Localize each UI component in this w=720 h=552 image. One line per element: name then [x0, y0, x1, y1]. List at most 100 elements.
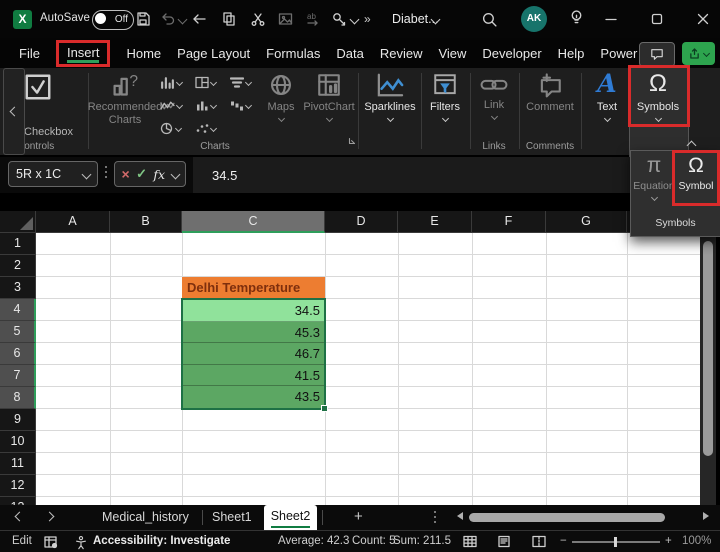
- tab-insert[interactable]: Insert: [67, 45, 100, 60]
- normal-view-icon[interactable]: [463, 535, 477, 548]
- column-header-e[interactable]: E: [398, 211, 472, 233]
- zoom-level[interactable]: 100%: [682, 535, 711, 547]
- page-break-view-icon[interactable]: [532, 535, 546, 548]
- pivotchart-button[interactable]: PivotChart: [300, 72, 358, 123]
- cell-c6[interactable]: 46.7: [183, 343, 324, 365]
- maps-button[interactable]: Maps: [258, 72, 304, 123]
- row-header-12[interactable]: 12: [0, 475, 36, 497]
- sheet-options-icon[interactable]: [434, 511, 436, 523]
- tab-formulas[interactable]: Formulas: [266, 46, 320, 61]
- column-header-b[interactable]: B: [110, 211, 182, 233]
- sheet-nav-right-icon[interactable]: [44, 511, 55, 522]
- page-layout-view-icon[interactable]: [497, 535, 511, 548]
- row-header-2[interactable]: 2: [0, 255, 36, 277]
- insert-bar-chart-button[interactable]: [195, 99, 218, 112]
- sheet-tab-sheet1[interactable]: Sheet1: [212, 510, 252, 524]
- sheet-tab-medical-history[interactable]: Medical_history: [102, 510, 189, 524]
- comments-toggle-button[interactable]: [639, 42, 675, 67]
- cell-c4-active[interactable]: 34.5: [183, 300, 324, 322]
- translate-icon[interactable]: ab: [305, 11, 321, 27]
- tab-developer[interactable]: Developer: [482, 46, 541, 61]
- tab-file[interactable]: File: [19, 46, 40, 61]
- row-header-11[interactable]: 11: [0, 453, 36, 475]
- zoom-slider-thumb[interactable]: [614, 537, 617, 547]
- insert-scatter-chart-button[interactable]: [195, 122, 218, 135]
- insert-treemap-chart-button[interactable]: [195, 76, 218, 89]
- sheet-tab-sheet2-active[interactable]: Sheet2: [264, 505, 317, 530]
- row-header-10[interactable]: 10: [0, 431, 36, 453]
- text-button[interactable]: A Text: [588, 70, 626, 123]
- insert-waterfall-chart-button[interactable]: [230, 99, 253, 112]
- row-header-1[interactable]: 1: [0, 233, 36, 255]
- column-header-c[interactable]: C: [182, 211, 325, 233]
- draw-pointer-icon[interactable]: [331, 11, 347, 27]
- row-header-8[interactable]: 8: [0, 387, 36, 409]
- autosave-toggle[interactable]: Off: [92, 10, 134, 30]
- sheet-nav-left-icon[interactable]: [14, 511, 25, 522]
- link-button[interactable]: Link: [474, 72, 514, 121]
- insert-line-chart-button[interactable]: [160, 99, 184, 112]
- horizontal-scrollbar-thumb[interactable]: [469, 513, 665, 522]
- insert-column-chart-button[interactable]: [160, 76, 184, 89]
- cell-c8[interactable]: 43.5: [183, 386, 324, 408]
- checkbox-button[interactable]: Checkbox: [25, 72, 85, 138]
- tab-help[interactable]: Help: [558, 46, 585, 61]
- cut-icon[interactable]: [250, 11, 266, 27]
- undo-icon[interactable]: [160, 11, 176, 27]
- symbols-button[interactable]: Ω Symbols: [631, 70, 685, 123]
- tab-review[interactable]: Review: [380, 46, 423, 61]
- confirm-entry-button[interactable]: ✓: [136, 166, 147, 182]
- maximize-button[interactable]: [651, 13, 663, 25]
- row-header-9[interactable]: 9: [0, 409, 36, 431]
- insert-hierarchy-chart-button[interactable]: [230, 76, 253, 89]
- fill-handle[interactable]: [321, 405, 328, 412]
- vertical-scrollbar-thumb[interactable]: [703, 241, 713, 456]
- comment-button[interactable]: Comment: [524, 72, 576, 113]
- undo-dropdown-icon[interactable]: [177, 14, 188, 25]
- row-header-5[interactable]: 5: [0, 321, 36, 343]
- lightbulb-icon[interactable]: [568, 9, 585, 27]
- save-icon[interactable]: [135, 11, 151, 27]
- name-box[interactable]: 5R x 1C: [8, 161, 98, 187]
- scroll-left-arrow-icon[interactable]: [457, 512, 463, 520]
- accessibility-icon[interactable]: [74, 535, 88, 550]
- tab-page-layout[interactable]: Page Layout: [177, 46, 250, 61]
- accessibility-status[interactable]: Accessibility: Investigate: [93, 535, 230, 547]
- row-header-6[interactable]: 6: [0, 343, 36, 365]
- scroll-right-arrow-icon[interactable]: [703, 512, 709, 520]
- tab-home[interactable]: Home: [126, 46, 161, 61]
- zoom-out-button[interactable]: −: [560, 535, 567, 547]
- cell-c7[interactable]: 41.5: [183, 364, 324, 387]
- charts-dialog-launcher-icon[interactable]: [347, 136, 357, 146]
- avatar[interactable]: AK: [521, 6, 547, 32]
- column-header-f[interactable]: F: [472, 211, 546, 233]
- zoom-in-button[interactable]: +: [665, 535, 672, 547]
- copy-icon[interactable]: [221, 11, 237, 27]
- back-arrow-icon[interactable]: [191, 11, 207, 27]
- recommended-charts-button[interactable]: ? Recommended Charts: [88, 72, 163, 126]
- selection-range[interactable]: 34.5 45.3 46.7 41.5 43.5: [181, 298, 326, 410]
- search-icon[interactable]: [481, 11, 498, 28]
- symbol-menu-item[interactable]: Ω Symbol: [676, 153, 716, 192]
- tab-data[interactable]: Data: [336, 46, 363, 61]
- column-header-a[interactable]: A: [36, 211, 110, 233]
- insert-pie-chart-button[interactable]: [160, 122, 183, 135]
- filters-button[interactable]: Filters: [424, 72, 466, 123]
- draw-dropdown-icon[interactable]: [349, 14, 360, 25]
- insert-function-button[interactable]: fx: [153, 167, 165, 182]
- add-sheet-button[interactable]: +: [354, 508, 363, 525]
- horizontal-scrollbar[interactable]: [455, 512, 711, 523]
- equation-menu-item[interactable]: π Equation: [633, 153, 675, 202]
- quick-access-overflow-icon[interactable]: »: [364, 12, 371, 26]
- column-header-d[interactable]: D: [325, 211, 398, 233]
- share-button[interactable]: [682, 42, 715, 65]
- cell-c3-title[interactable]: Delhi Temperature: [182, 277, 325, 299]
- picture-icon[interactable]: [277, 11, 294, 27]
- select-all-corner[interactable]: [0, 211, 36, 233]
- column-header-g[interactable]: G: [546, 211, 627, 233]
- sparklines-button[interactable]: Sparklines: [363, 72, 417, 123]
- row-header-4[interactable]: 4: [0, 299, 36, 321]
- excel-app-icon[interactable]: X: [13, 10, 32, 29]
- minimize-button[interactable]: [605, 18, 617, 21]
- row-header-13[interactable]: 13: [0, 497, 36, 505]
